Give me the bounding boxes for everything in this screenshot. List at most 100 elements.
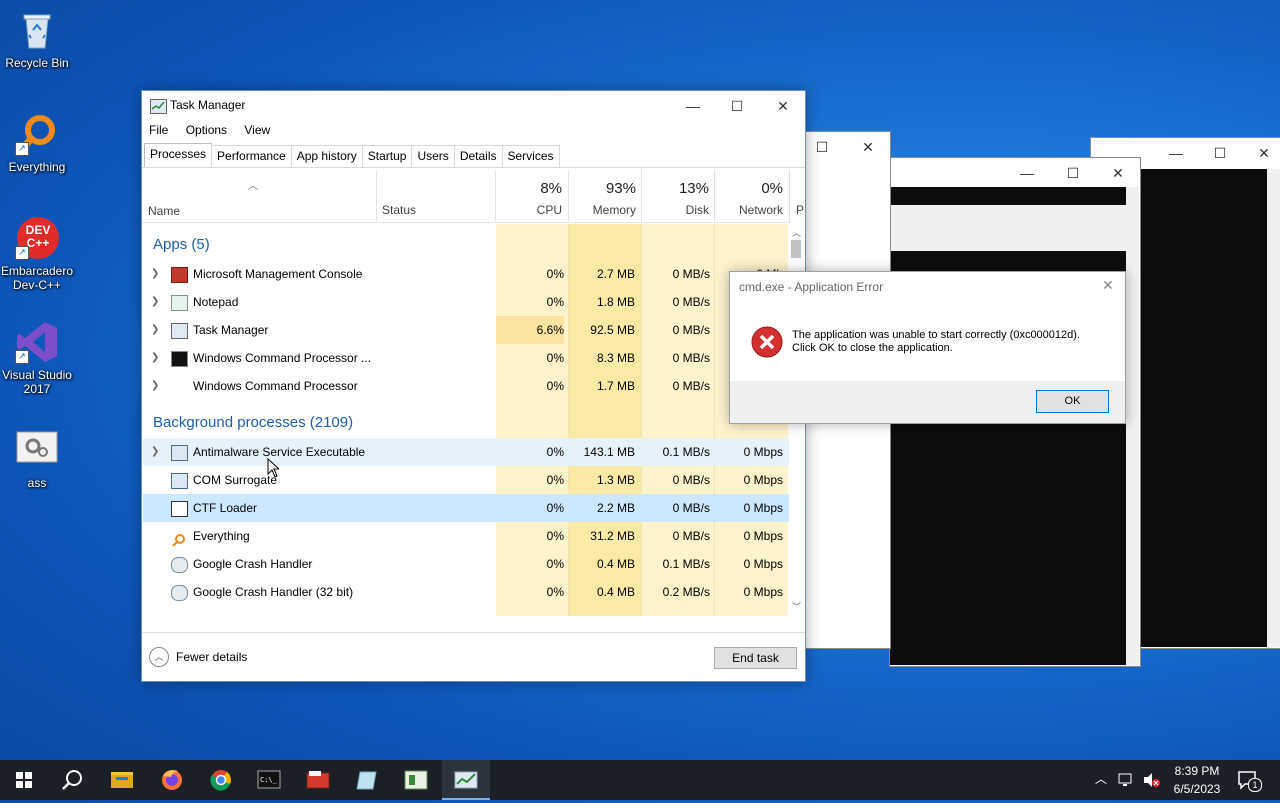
table-row[interactable]: ❯ Microsoft Management Console 0% 2.7 MB… bbox=[143, 260, 789, 288]
column-header-power[interactable]: P bbox=[789, 170, 804, 222]
scrollbar[interactable] bbox=[1126, 187, 1139, 665]
table-row[interactable]: ❯ Windows Command Processor 0% 1.7 MB 0 … bbox=[143, 372, 789, 400]
task-manager-icon bbox=[171, 323, 188, 339]
chrome-icon[interactable] bbox=[197, 760, 245, 800]
file-explorer-icon[interactable] bbox=[98, 760, 146, 800]
column-header-network[interactable]: 0% Network bbox=[714, 170, 789, 222]
tab-processes[interactable]: Processes bbox=[144, 143, 213, 167]
close-icon[interactable]: ✕ bbox=[760, 91, 806, 121]
command-prompt-icon bbox=[171, 351, 188, 367]
tab-users[interactable]: Users bbox=[411, 145, 455, 167]
management-console-icon[interactable] bbox=[294, 760, 342, 800]
close-icon[interactable]: ✕ bbox=[845, 132, 891, 162]
process-name: COM Surrogate bbox=[193, 473, 278, 487]
disk-value: 0 MB/s bbox=[672, 267, 710, 281]
ctf-loader-icon bbox=[171, 501, 188, 517]
dialog-title: cmd.exe - Application Error bbox=[739, 280, 884, 294]
close-icon[interactable]: ✕ bbox=[1241, 138, 1280, 168]
tab-performance[interactable]: Performance bbox=[211, 145, 292, 167]
network-icon[interactable] bbox=[1118, 772, 1136, 791]
mouse-cursor-icon bbox=[267, 458, 279, 478]
desktop-icon-ass[interactable]: ass bbox=[0, 428, 75, 490]
expand-chevron-icon[interactable]: ❯ bbox=[151, 316, 159, 344]
start-icon[interactable] bbox=[0, 760, 48, 800]
scroll-up-icon[interactable]: ︿ bbox=[792, 226, 801, 239]
column-header-memory[interactable]: 93% Memory bbox=[568, 170, 642, 222]
minimize-icon[interactable]: — bbox=[1004, 158, 1050, 188]
application-error-dialog[interactable]: cmd.exe - Application Error ✕ The applic… bbox=[729, 271, 1126, 424]
column-header-status[interactable]: Status bbox=[376, 170, 495, 222]
table-row[interactable]: Google Crash Handler (32 bit) 0% 0.4 MB … bbox=[143, 578, 789, 606]
table-row[interactable]: ❯ Notepad 0% 1.8 MB 0 MB/s bbox=[143, 288, 789, 316]
management-console-icon bbox=[171, 267, 188, 283]
table-row[interactable]: Everything 0% 31.2 MB 0 MB/s 0 Mbps bbox=[143, 522, 789, 550]
firefox-icon[interactable] bbox=[148, 760, 196, 800]
notification-center-icon[interactable]: 1 bbox=[1237, 770, 1262, 793]
shortcut-arrow-icon: ↗ bbox=[15, 350, 29, 364]
menu-options[interactable]: Options bbox=[186, 123, 227, 137]
ok-button[interactable]: OK bbox=[1036, 390, 1109, 413]
maximize-icon[interactable]: ☐ bbox=[714, 91, 760, 121]
task-manager-icon[interactable] bbox=[442, 760, 490, 800]
table-row[interactable]: ❯ Task Manager 6.6% 92.5 MB 0 MB/s bbox=[143, 316, 789, 344]
table-row[interactable]: Google Crash Handler 0% 0.4 MB 0.1 MB/s … bbox=[143, 550, 789, 578]
tab-startup[interactable]: Startup bbox=[361, 145, 413, 167]
show-hidden-icons-chevron-icon[interactable]: ︿ bbox=[1095, 770, 1107, 787]
column-header-name[interactable]: Name bbox=[148, 204, 180, 218]
cpu-value: 0% bbox=[546, 529, 564, 543]
desktop-icon-devcpp[interactable]: DEV C++ ↗ Embarcadero Dev-C++ bbox=[0, 216, 75, 292]
maximize-icon[interactable]: ☐ bbox=[1197, 138, 1243, 168]
column-header-disk[interactable]: 13% Disk bbox=[641, 170, 715, 222]
task-manager-window[interactable]: Task Manager — ☐ ✕ File Options View Pro… bbox=[141, 90, 806, 682]
table-row-selected[interactable]: CTF Loader 0% 2.2 MB 0 MB/s 0 Mbps bbox=[143, 494, 789, 522]
service-window-icon bbox=[171, 473, 188, 489]
title-bar[interactable]: Task Manager — ☐ ✕ bbox=[142, 91, 805, 121]
close-icon[interactable]: ✕ bbox=[1095, 158, 1141, 188]
table-row[interactable]: ❯ Antimalware Service Executable 0% 143.… bbox=[143, 438, 789, 466]
memory-value: 1.7 MB bbox=[596, 379, 635, 393]
expand-chevron-icon[interactable]: ❯ bbox=[151, 438, 159, 466]
scrollbar[interactable] bbox=[1267, 169, 1280, 647]
disk-value: 0.2 MB/s bbox=[662, 585, 710, 599]
cpu-value: 6.6% bbox=[496, 316, 564, 344]
clock-time[interactable]: 8:39 PM bbox=[1168, 764, 1226, 778]
desktop-icon-everything[interactable]: ↗ Everything bbox=[0, 112, 75, 174]
menu-view[interactable]: View bbox=[244, 123, 270, 137]
volume-muted-icon[interactable] bbox=[1142, 772, 1160, 791]
sort-arrow-icon[interactable]: ︿ bbox=[248, 177, 258, 192]
tab-details[interactable]: Details bbox=[453, 145, 503, 167]
end-task-button[interactable]: End task bbox=[714, 647, 797, 669]
desktop-icon-recycle-bin[interactable]: Recycle Bin bbox=[0, 8, 75, 70]
column-header-cpu[interactable]: 8% CPU bbox=[495, 170, 568, 222]
desktop-icon-visual-studio[interactable]: ↗ Visual Studio 2017 bbox=[0, 320, 75, 396]
notepad-icon[interactable] bbox=[343, 760, 391, 800]
clock-date[interactable]: 6/5/2023 bbox=[1168, 782, 1226, 796]
minimize-icon[interactable]: — bbox=[1153, 138, 1199, 168]
command-prompt-icon[interactable]: C:\_ bbox=[245, 760, 293, 800]
console-output-line bbox=[890, 205, 1126, 251]
menu-bar: File Options View bbox=[149, 123, 284, 137]
process-name: CTF Loader bbox=[193, 501, 258, 515]
minimize-icon[interactable]: — bbox=[670, 91, 716, 121]
memory-value: 143.1 MB bbox=[583, 445, 635, 459]
paint-icon[interactable] bbox=[392, 760, 440, 800]
network-value: 0 Mbps bbox=[743, 473, 783, 487]
table-row[interactable]: COM Surrogate 0% 1.3 MB 0 MB/s 0 Mbps bbox=[143, 466, 789, 494]
expand-chevron-icon[interactable]: ❯ bbox=[151, 372, 159, 400]
search-icon[interactable] bbox=[48, 760, 96, 800]
table-row[interactable]: ❯ Windows Command Processor ... 0% 8.3 M… bbox=[143, 344, 789, 372]
close-icon[interactable]: ✕ bbox=[1102, 277, 1114, 294]
maximize-icon[interactable]: ☐ bbox=[1050, 158, 1096, 188]
process-name: Microsoft Management Console bbox=[193, 267, 363, 281]
scroll-down-icon[interactable]: ﹀ bbox=[792, 600, 801, 613]
expand-chevron-icon[interactable]: ❯ bbox=[151, 344, 159, 372]
scroll-thumb[interactable] bbox=[791, 240, 801, 258]
expand-chevron-icon[interactable]: ❯ bbox=[151, 260, 159, 288]
tab-services[interactable]: Services bbox=[501, 145, 560, 167]
tab-app-history[interactable]: App history bbox=[290, 145, 363, 167]
menu-file[interactable]: File bbox=[149, 123, 168, 137]
console-area bbox=[890, 187, 1126, 665]
memory-value: 31.2 MB bbox=[590, 529, 635, 543]
expand-chevron-icon[interactable]: ❯ bbox=[151, 288, 159, 316]
cpu-value: 0% bbox=[546, 267, 564, 281]
